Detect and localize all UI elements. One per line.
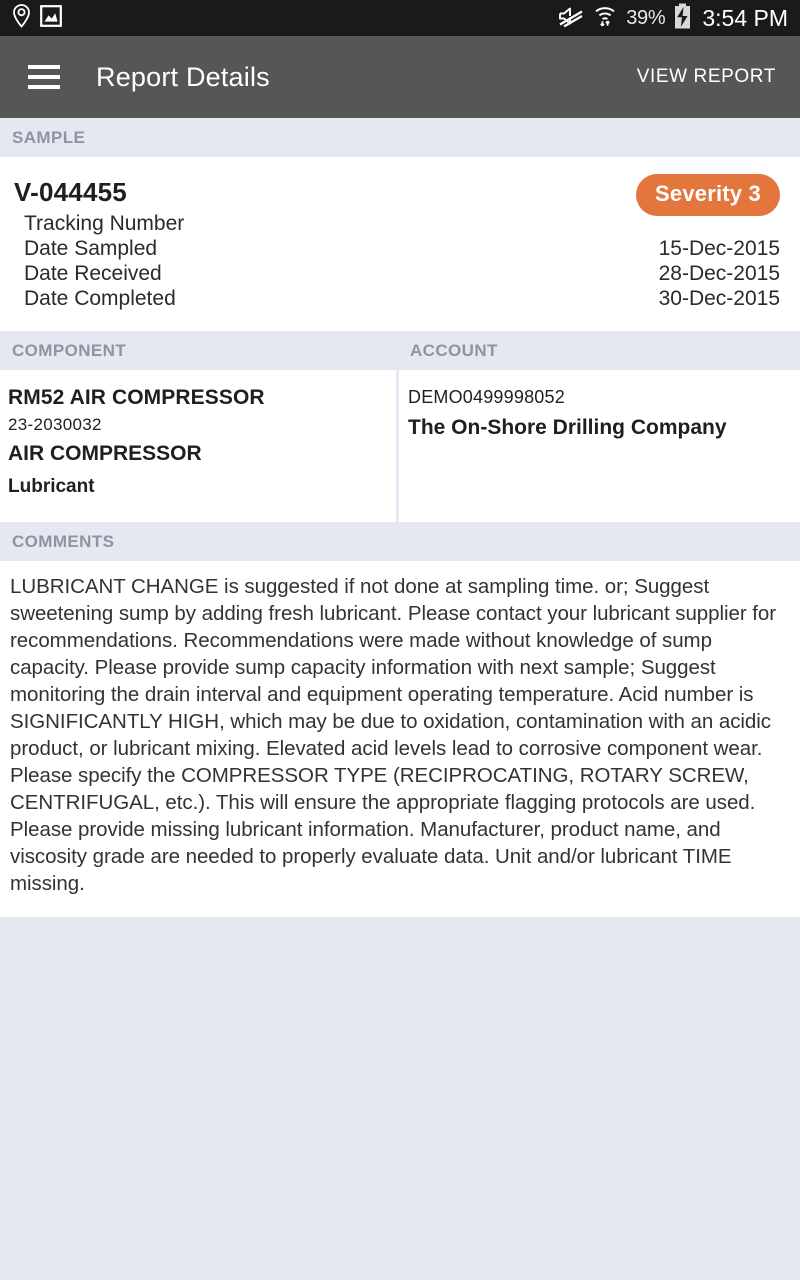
detail-value: 30-Dec-2015 <box>658 287 780 310</box>
list-item: Date Completed 30-Dec-2015 <box>14 286 780 311</box>
sample-detail-list: Tracking Number Date Sampled 15-Dec-2015… <box>14 211 780 311</box>
component-fluid-type: Lubricant <box>8 476 95 497</box>
location-pin-icon <box>12 3 31 33</box>
detail-value: 15-Dec-2015 <box>658 237 780 260</box>
severity-status-badge: Severity 3 <box>636 174 780 216</box>
empty-space-below-content <box>0 917 800 1280</box>
section-header-account: ACCOUNT <box>410 341 498 360</box>
account-name: The On-Shore Drilling Company <box>408 416 727 439</box>
section-header-component: COMPONENT <box>12 341 127 360</box>
page-title: Report Details <box>96 61 270 92</box>
detail-label: Date Sampled <box>24 237 158 260</box>
report-details-screen: 39% 3:54 PM Report Details VIEW REPORT S… <box>0 0 800 1280</box>
hamburger-bar <box>28 75 60 79</box>
battery-percent-label: 39% <box>626 6 666 29</box>
component-id: 23-2030032 <box>8 415 102 434</box>
screenshot-image-icon <box>40 4 62 32</box>
component-name: RM52 AIR COMPRESSOR <box>8 386 265 409</box>
app-bar: Report Details VIEW REPORT <box>0 36 800 118</box>
wifi-icon <box>593 4 617 33</box>
detail-label: Tracking Number <box>24 212 185 235</box>
account-card[interactable]: DEMO0499998052 The On-Shore Drilling Com… <box>399 370 800 522</box>
comments-body-text: LUBRICANT CHANGE is suggested if not don… <box>10 575 777 895</box>
component-card[interactable]: RM52 AIR COMPRESSOR 23-2030032 AIR COMPR… <box>0 370 396 522</box>
detail-label: Date Completed <box>24 287 176 310</box>
section-header-sample: SAMPLE <box>0 118 800 157</box>
status-bar-right-icons: 39% 3:54 PM <box>558 3 788 34</box>
mute-icon <box>558 5 584 32</box>
detail-label: Date Received <box>24 262 162 285</box>
status-bar-left-icons <box>12 3 62 33</box>
account-number: DEMO0499998052 <box>408 387 565 407</box>
hamburger-bar <box>28 65 60 69</box>
comments-card: LUBRICANT CHANGE is suggested if not don… <box>0 561 800 917</box>
hamburger-menu-icon[interactable] <box>28 65 60 89</box>
view-report-button[interactable]: VIEW REPORT <box>635 60 778 94</box>
section-header-component-account: COMPONENT ACCOUNT <box>0 331 800 370</box>
section-header-comments: COMMENTS <box>0 522 800 561</box>
hamburger-bar <box>28 85 60 89</box>
list-item: Date Sampled 15-Dec-2015 <box>14 236 780 261</box>
status-clock-label: 3:54 PM <box>702 4 788 31</box>
component-account-row: RM52 AIR COMPRESSOR 23-2030032 AIR COMPR… <box>0 370 800 522</box>
sample-card: V-044455 Severity 3 Tracking Number Date… <box>0 157 800 331</box>
component-type: AIR COMPRESSOR <box>8 442 202 465</box>
status-bar: 39% 3:54 PM <box>0 0 800 36</box>
battery-charging-icon <box>674 3 691 34</box>
detail-value: 28-Dec-2015 <box>658 262 780 285</box>
list-item: Date Received 28-Dec-2015 <box>14 261 780 286</box>
content-scroll-area[interactable]: SAMPLE V-044455 Severity 3 Tracking Numb… <box>0 118 800 1280</box>
